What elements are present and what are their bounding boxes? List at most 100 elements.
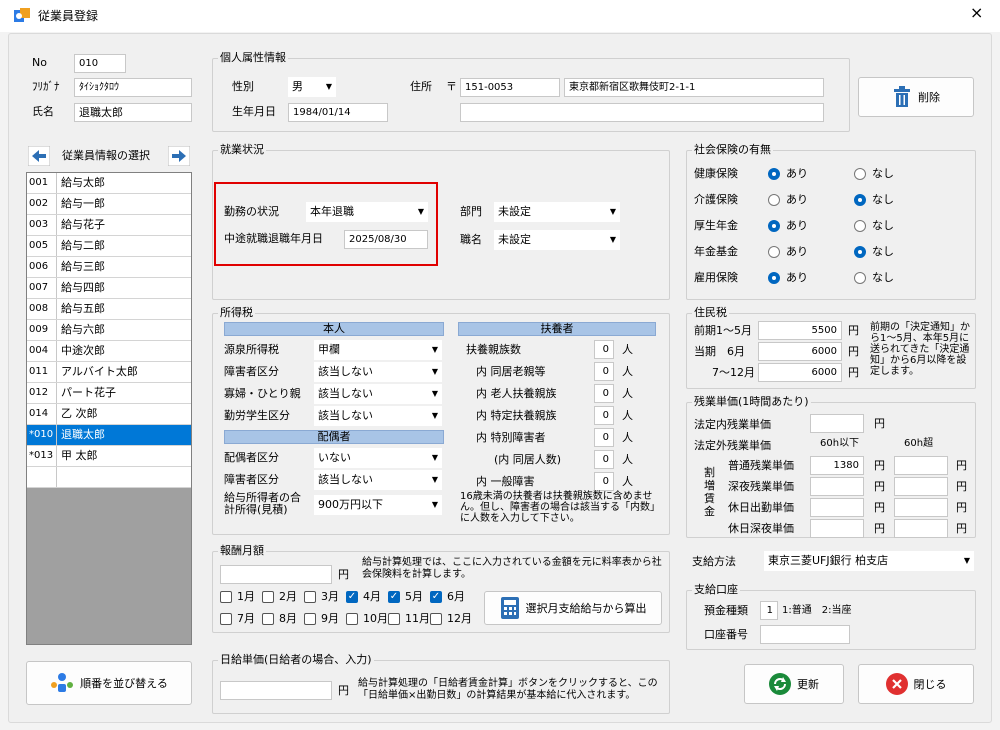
widow-label: 寡婦・ひとり親 xyxy=(224,387,301,400)
no-field[interactable]: 010 xyxy=(74,54,126,73)
resident-amount-field[interactable]: 6000 xyxy=(758,363,842,382)
overtime-60h-over-field[interactable] xyxy=(894,519,948,538)
overtime-row-label: 休日出勤単価 xyxy=(728,501,794,514)
resident-amount-field[interactable]: 5500 xyxy=(758,321,842,340)
month-checkbox[interactable] xyxy=(304,591,316,603)
list-item[interactable]: 001 給与太郎 xyxy=(27,173,191,194)
overtime-60h-over-field[interactable] xyxy=(894,477,948,496)
dependent-count-field[interactable]: 0 xyxy=(594,472,614,491)
legal-in-field[interactable] xyxy=(810,414,864,433)
sort-button[interactable]: 順番を並び替える xyxy=(26,661,192,705)
month-checkbox[interactable] xyxy=(262,613,274,625)
radio-no[interactable] xyxy=(854,194,866,206)
overtime-60h-under-field[interactable] xyxy=(810,519,864,538)
list-item[interactable]: 008 給与五郎 xyxy=(27,299,191,320)
list-item[interactable]: 011 アルバイト太郎 xyxy=(27,362,191,383)
overtime-60h-over-field[interactable] xyxy=(894,498,948,517)
dependent-unit: 人 xyxy=(622,453,633,466)
list-item[interactable]: 003 給与花子 xyxy=(27,215,191,236)
list-item[interactable]: 014 乙 次郎 xyxy=(27,404,191,425)
month-checkbox[interactable] xyxy=(262,591,274,603)
type-field[interactable]: 1 xyxy=(760,601,778,620)
refresh-icon xyxy=(769,673,791,695)
retire-label: 中途就職退職年月日 xyxy=(224,232,323,245)
no-label: No xyxy=(32,56,47,69)
employee-list[interactable]: 001 給与太郎 002 給与一郎 003 給与花子 005 給与二郎 006 給与三郎 007 給与… xyxy=(26,172,192,645)
month-checkbox[interactable]: ✓ xyxy=(346,591,358,603)
method-select[interactable]: 東京三菱UFJ銀行 柏支店 ▼ xyxy=(764,551,974,571)
spouse-dis-select[interactable]: 該当しない ▼ xyxy=(314,470,442,490)
overtime-60h-under-field[interactable] xyxy=(810,498,864,517)
dependent-count-field[interactable]: 0 xyxy=(594,384,614,403)
close-icon[interactable]: × xyxy=(970,5,983,21)
overtime-60h-under-field[interactable] xyxy=(810,477,864,496)
month-checkbox[interactable] xyxy=(388,613,400,625)
month-checkbox[interactable] xyxy=(430,613,442,625)
close-button[interactable]: 閉じる xyxy=(858,664,974,704)
dependent-count-field[interactable]: 0 xyxy=(594,340,614,359)
month-checkbox[interactable] xyxy=(346,613,358,625)
list-item[interactable]: *010 退職太郎 xyxy=(27,425,191,446)
remuneration-field[interactable] xyxy=(220,565,332,584)
overtime-60h-under-field[interactable]: 1380 xyxy=(810,456,864,475)
retire-field[interactable]: 2025/08/30 xyxy=(344,230,428,249)
tax-class-select[interactable]: 甲欄 ▼ xyxy=(314,340,442,360)
kana-field[interactable]: ﾀｲｼｮｸﾀﾛｳ xyxy=(74,78,192,97)
prev-arrow-icon[interactable] xyxy=(27,145,51,167)
radio-no[interactable] xyxy=(854,272,866,284)
list-item[interactable]: 005 給与二郎 xyxy=(27,236,191,257)
radio-yes[interactable] xyxy=(768,246,780,258)
list-item[interactable]: 002 給与一郎 xyxy=(27,194,191,215)
overtime-60h-over-field[interactable] xyxy=(894,456,948,475)
month-checkbox[interactable]: ✓ xyxy=(430,591,442,603)
list-item[interactable]: 012 パート花子 xyxy=(27,383,191,404)
position-select[interactable]: 未設定 ▼ xyxy=(494,230,620,250)
student-select[interactable]: 該当しない ▼ xyxy=(314,406,442,426)
address2-field[interactable] xyxy=(460,103,824,122)
social-item-label: 厚生年金 xyxy=(694,219,738,232)
income-tax-title: 所得税 xyxy=(218,306,255,320)
dependent-count-field[interactable]: 0 xyxy=(594,428,614,447)
disability-select[interactable]: 該当しない ▼ xyxy=(314,362,442,382)
list-item[interactable]: 007 給与四郎 xyxy=(27,278,191,299)
address-field[interactable]: 東京都新宿区歌舞伎町2-1-1 xyxy=(564,78,824,97)
gender-select[interactable]: 男 ▼ xyxy=(288,77,336,97)
list-item-empty[interactable] xyxy=(27,467,191,488)
month-label: 10月 xyxy=(363,612,388,625)
radio-no[interactable] xyxy=(854,246,866,258)
spouse-select[interactable]: いない ▼ xyxy=(314,448,442,468)
radio-yes[interactable] xyxy=(768,272,780,284)
status-select[interactable]: 本年退職 ▼ xyxy=(306,202,428,222)
list-item[interactable]: 006 給与三郎 xyxy=(27,257,191,278)
employee-code xyxy=(27,467,57,487)
dependent-count-field[interactable]: 0 xyxy=(594,450,614,469)
tax-class-label: 源泉所得税 xyxy=(224,343,279,356)
radio-no[interactable] xyxy=(854,168,866,180)
radio-yes[interactable] xyxy=(768,220,780,232)
month-checkbox[interactable] xyxy=(220,591,232,603)
dependent-count-field[interactable]: 0 xyxy=(594,406,614,425)
next-arrow-icon[interactable] xyxy=(167,145,191,167)
month-checkbox[interactable]: ✓ xyxy=(388,591,400,603)
radio-no[interactable] xyxy=(854,220,866,232)
dept-select[interactable]: 未設定 ▼ xyxy=(494,202,620,222)
list-item[interactable]: 004 中途次郎 xyxy=(27,341,191,362)
number-field[interactable] xyxy=(760,625,850,644)
birth-field[interactable]: 1984/01/14 xyxy=(288,103,388,122)
list-item[interactable]: *013 甲 太郎 xyxy=(27,446,191,467)
widow-select[interactable]: 該当しない ▼ xyxy=(314,384,442,404)
calc-button[interactable]: 選択月支給給与から算出 xyxy=(484,591,662,625)
month-checkbox[interactable] xyxy=(304,613,316,625)
postal-field[interactable]: 151-0053 xyxy=(460,78,560,97)
list-item[interactable]: 009 給与六郎 xyxy=(27,320,191,341)
radio-yes[interactable] xyxy=(768,168,780,180)
radio-yes[interactable] xyxy=(768,194,780,206)
month-checkbox[interactable] xyxy=(220,613,232,625)
resident-amount-field[interactable]: 6000 xyxy=(758,342,842,361)
daily-field[interactable] xyxy=(220,681,332,700)
delete-button[interactable]: 削除 xyxy=(858,77,974,117)
income-select[interactable]: 900万円以下 ▼ xyxy=(314,495,442,515)
update-button[interactable]: 更新 xyxy=(744,664,844,704)
dependent-count-field[interactable]: 0 xyxy=(594,362,614,381)
name-field[interactable]: 退職太郎 xyxy=(74,103,192,122)
